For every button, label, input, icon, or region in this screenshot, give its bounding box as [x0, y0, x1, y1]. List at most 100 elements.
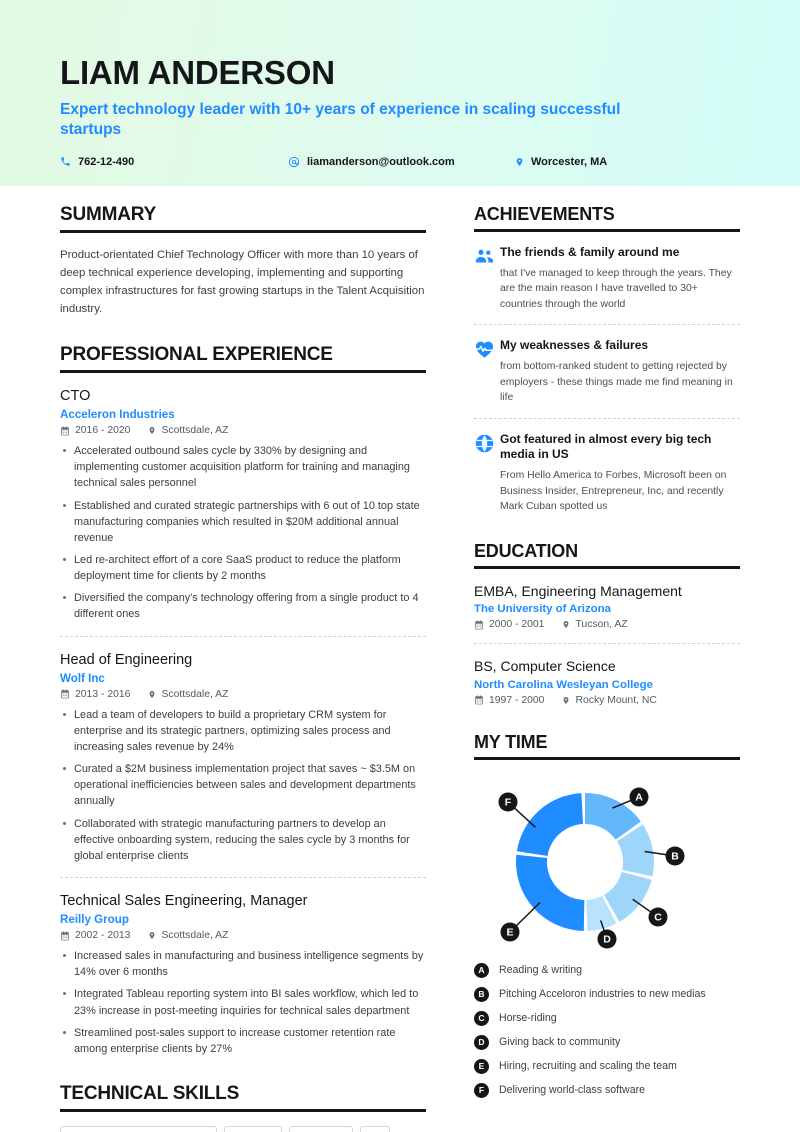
- map-pin-icon: [148, 930, 156, 941]
- phone-icon: [60, 156, 71, 167]
- legend-label: Hiring, recruiting and scaling the team: [499, 1060, 677, 1073]
- section-education: EDUCATION EMBA, Engineering Management Th…: [474, 541, 740, 706]
- achievement-item: Got featured in almost every big tech me…: [474, 417, 740, 515]
- mytime-section-title: MY TIME: [474, 732, 740, 760]
- candidate-name: LIAM ANDERSON: [60, 54, 335, 91]
- achievement-title: Got featured in almost every big tech me…: [500, 431, 712, 462]
- education-dates: 1997 - 2000: [474, 695, 544, 706]
- donut-key-C: C: [648, 907, 668, 927]
- legend-label: Delivering world-class software: [499, 1084, 646, 1097]
- experience-bullet: Curated a $2M business implementation pr…: [60, 761, 426, 809]
- education-item: EMBA, Engineering Management The Universi…: [474, 569, 740, 631]
- contact-phone-text: 762-12-490: [78, 155, 135, 168]
- job-bullet-list: Increased sales in manufacturing and bus…: [60, 948, 426, 1057]
- job-location-text: Scottsdale, AZ: [161, 425, 229, 437]
- users-group-icon: [474, 245, 500, 312]
- skill-tag[interactable]: R: [360, 1125, 391, 1132]
- legend-row: F Delivering world-class software: [474, 1082, 740, 1098]
- experience-bullet: Accelerated outbound sales cycle by 330%…: [60, 443, 426, 491]
- education-meta-row: 1997 - 2000 Rocky Mount, NC: [474, 695, 740, 706]
- job-meta-row: 2002 - 2013 Scottsdale, AZ: [60, 930, 426, 941]
- legend-row: B Pitching Acceloron industries to new me…: [474, 986, 740, 1002]
- education-item: BS, Computer Science North Carolina Wesle…: [474, 643, 740, 706]
- experience-bullet: Lead a team of developers to build a pro…: [60, 707, 426, 755]
- experience-item: Technical Sales Engineering, Manager Reil…: [60, 876, 426, 1057]
- calendar-icon: [474, 620, 484, 630]
- donut-segment-E: [516, 854, 585, 931]
- experience-bullet: Streamlined post-sales support to increa…: [60, 1025, 426, 1057]
- achievement-item: The friends & family around me that I've …: [474, 232, 740, 312]
- legend-label: Pitching Acceloron industries to new med…: [499, 988, 706, 1001]
- job-dates-text: 2016 - 2020: [75, 425, 131, 437]
- achievement-item: My weaknesses & failures from bottom-rank…: [474, 324, 740, 405]
- legend-row: E Hiring, recruiting and scaling the team: [474, 1058, 740, 1074]
- achievement-description: from bottom-ranked student to getting re…: [500, 361, 733, 404]
- job-dates-text: 2013 - 2016: [75, 688, 131, 700]
- education-location-text: Tucson, AZ: [575, 619, 628, 631]
- calendar-icon: [474, 695, 484, 705]
- map-pin-icon: [148, 425, 156, 436]
- job-company[interactable]: Reilly Group: [60, 913, 426, 926]
- achievements-section-title: ACHIEVEMENTS: [474, 204, 740, 232]
- section-mytime: MY TIME ABCDEF A Reading & writing B Pitchi…: [474, 732, 740, 1098]
- candidate-tagline: Expert technology leader with 10+ years …: [60, 100, 621, 139]
- job-location: Scottsdale, AZ: [148, 689, 228, 700]
- skill-tag[interactable]: ML libraries & algorithms: [60, 1125, 218, 1132]
- experience-section-title: PROFESSIONAL EXPERIENCE: [60, 344, 426, 374]
- experience-item: CTO Acceleron Industries 2016 - 2020 Scotts…: [60, 373, 426, 623]
- donut-key-F: F: [498, 792, 518, 812]
- job-location: Scottsdale, AZ: [148, 930, 228, 941]
- job-meta-row: 2016 - 2020 Scottsdale, AZ: [60, 425, 426, 436]
- calendar-icon: [60, 426, 70, 436]
- experience-bullet: Integrated Tableau reporting system into…: [60, 986, 426, 1018]
- map-pin-icon: [562, 695, 570, 706]
- legend-row: A Reading & writing: [474, 962, 740, 978]
- education-dates-text: 2000 - 2001: [489, 619, 545, 631]
- globe-icon: [474, 432, 500, 515]
- education-school[interactable]: North Carolina Wesleyan College: [474, 679, 740, 691]
- achievement-body: The friends & family around me that I've …: [500, 245, 740, 312]
- experience-bullet: Increased sales in manufacturing and bus…: [60, 948, 426, 980]
- legend-label: Giving back to community: [499, 1036, 621, 1049]
- job-dates-text: 2002 - 2013: [75, 930, 131, 942]
- education-section-title: EDUCATION: [474, 541, 740, 569]
- job-company[interactable]: Acceleron Industries: [60, 408, 426, 421]
- achievement-description: that I've managed to keep through the ye…: [500, 267, 732, 310]
- job-location-text: Scottsdale, AZ: [161, 930, 229, 942]
- right-column: ACHIEVEMENTS The friends & family around…: [450, 204, 800, 1132]
- section-achievements: ACHIEVEMENTS The friends & family around…: [474, 204, 740, 515]
- calendar-icon: [60, 689, 70, 699]
- job-position: CTO: [60, 388, 91, 405]
- education-school[interactable]: The University of Arizona: [474, 603, 740, 615]
- skill-tag[interactable]: Scrum: [224, 1125, 282, 1132]
- skill-tag[interactable]: DevOps: [288, 1125, 354, 1132]
- education-list: EMBA, Engineering Management The Universi…: [474, 569, 740, 706]
- svg-text:D: D: [603, 933, 611, 945]
- skill-tag-list: ML libraries & algorithmsScrumDevOpsRDat…: [60, 1125, 426, 1132]
- education-dates-text: 1997 - 2000: [489, 694, 545, 706]
- contact-location-text: Worcester, MA: [531, 155, 608, 168]
- education-meta-row: 2000 - 2001 Tucson, AZ: [474, 619, 740, 630]
- resume-body: SUMMARY Product-orientated Chief Technol…: [0, 186, 800, 1132]
- section-skills: TECHNICAL SKILLS ML libraries & algorith…: [60, 1083, 426, 1132]
- experience-bullet: Collaborated with strategic manufacturin…: [60, 816, 426, 864]
- contact-row: 762-12-490 liamanderson@outlook.com Worc…: [60, 156, 740, 168]
- donut-key-A: A: [629, 787, 649, 807]
- job-position: Head of Engineering: [60, 651, 193, 668]
- education-location: Tucson, AZ: [562, 619, 628, 631]
- contact-email[interactable]: liamanderson@outlook.com: [288, 156, 515, 168]
- contact-phone[interactable]: 762-12-490: [60, 156, 288, 168]
- map-pin-icon: [562, 619, 570, 630]
- svg-text:C: C: [654, 911, 662, 923]
- legend-key-A: A: [474, 962, 489, 978]
- experience-bullet: Led re-architect effort of a core SaaS p…: [60, 552, 426, 584]
- legend-key-D: D: [474, 1034, 489, 1050]
- resume-header: LIAM ANDERSON Expert technology leader w…: [0, 0, 800, 186]
- donut-svg: A B C D E F: [498, 787, 685, 949]
- job-company[interactable]: Wolf Inc: [60, 672, 426, 685]
- email-at-icon: [288, 156, 300, 168]
- experience-bullet: Diversified the company's technology off…: [60, 590, 426, 622]
- achievement-body: My weaknesses & failures from bottom-rank…: [500, 338, 740, 405]
- map-pin-icon: [515, 156, 524, 168]
- legend-row: D Giving back to community: [474, 1034, 740, 1050]
